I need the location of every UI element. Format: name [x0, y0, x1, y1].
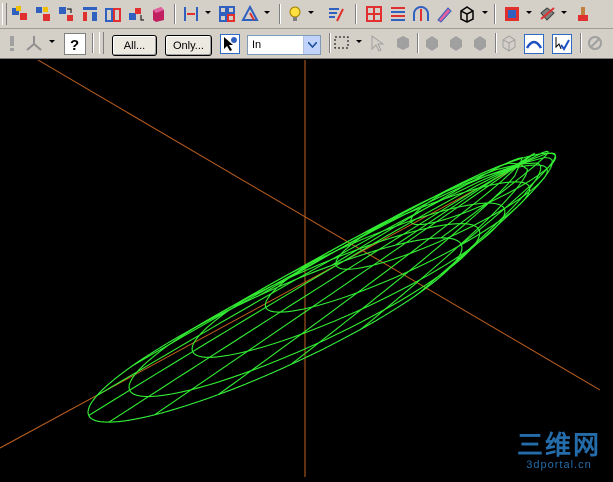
lightbulb-icon[interactable] — [286, 4, 306, 24]
lightbulb-dropdown-arrow[interactable] — [308, 11, 314, 14]
axis-tripod-icon[interactable] — [24, 33, 44, 53]
watermark-logo-text: 三维网 — [516, 430, 601, 460]
solid-face-icon — [446, 33, 466, 53]
help-icon[interactable]: ? — [64, 33, 86, 55]
list-icon[interactable] — [388, 4, 408, 24]
toolbar-grip[interactable] — [99, 32, 104, 54]
toolbar-separator — [495, 33, 497, 53]
toolbar-separator — [494, 4, 496, 24]
prohibit-icon — [585, 33, 605, 53]
box-dropdown-arrow[interactable] — [482, 11, 488, 14]
arc-icon[interactable] — [411, 4, 431, 24]
selection-box-dropdown-arrow[interactable] — [356, 40, 362, 43]
warning-icon — [2, 33, 22, 53]
text-edit-icon[interactable] — [326, 4, 346, 24]
select-layer-dropdown-arrow[interactable] — [526, 11, 532, 14]
toolbar-separator — [279, 4, 281, 24]
display-mode-dropdown-arrow[interactable] — [561, 11, 567, 14]
meridian-line — [217, 163, 521, 396]
pencil-icon[interactable] — [434, 4, 454, 24]
watermark-url: 3dportal.cn — [526, 459, 592, 471]
solid-face-icon — [470, 33, 490, 53]
silhouette-outline — [87, 237, 463, 423]
delta-dropdown-arrow[interactable] — [264, 11, 270, 14]
units-select[interactable]: In — [247, 35, 321, 55]
units-select-value: In — [252, 39, 262, 51]
array-icon[interactable] — [103, 4, 123, 24]
toolbar-separator — [174, 4, 176, 24]
toolbar-grip[interactable] — [2, 3, 7, 25]
dimension-icon[interactable] — [181, 4, 201, 24]
chevron-down-icon[interactable] — [303, 36, 320, 54]
toolbar-separator — [355, 4, 357, 24]
edge-curve-icon[interactable] — [524, 34, 544, 54]
main-toolbar — [0, 0, 613, 29]
send-to-back-icon[interactable] — [33, 4, 53, 24]
toolbar-separator — [329, 33, 331, 53]
parallel-line — [87, 237, 463, 423]
select-check-icon[interactable] — [552, 34, 572, 54]
watermark: 三维网 3dportal.cn — [517, 431, 601, 471]
table-grid-icon[interactable] — [364, 4, 384, 24]
parallel-line — [128, 223, 481, 398]
dimension-dropdown-arrow[interactable] — [205, 11, 211, 14]
wire-cube-icon — [499, 33, 519, 53]
bring-to-front-icon[interactable] — [10, 4, 30, 24]
svg-text:?: ? — [70, 37, 79, 53]
select-only-button[interactable]: Only... — [165, 35, 212, 56]
meridian-line — [154, 163, 521, 416]
filter-pointer-icon[interactable] — [220, 34, 240, 54]
union-icon[interactable] — [126, 4, 146, 24]
grid-icon[interactable] — [217, 4, 237, 24]
align-icon[interactable] — [80, 4, 100, 24]
axis-tripod-dropdown-arrow[interactable] — [49, 40, 55, 43]
solid-face-icon — [422, 33, 442, 53]
toolbar-separator — [417, 33, 419, 53]
select-all-button[interactable]: All... — [112, 35, 157, 56]
solid-face-icon — [392, 33, 412, 53]
group-icon[interactable] — [56, 4, 76, 24]
select-layer-icon[interactable] — [502, 4, 522, 24]
pointer-icon — [368, 33, 388, 53]
toolbar-separator — [92, 33, 94, 53]
3d-viewport[interactable] — [0, 59, 613, 477]
paint-icon[interactable] — [573, 4, 593, 24]
delta-icon[interactable] — [240, 4, 260, 24]
cube-icon[interactable] — [148, 4, 168, 24]
toolbar-separator — [580, 33, 582, 53]
selection-box-icon[interactable] — [332, 33, 352, 53]
axis-line — [37, 59, 601, 391]
box-icon[interactable] — [457, 4, 477, 24]
selection-toolbar: ? All... Only... In — [0, 29, 613, 59]
display-mode-icon[interactable] — [537, 4, 557, 24]
parallel-line — [191, 202, 506, 358]
wireframe-ellipsoid — [0, 59, 601, 477]
